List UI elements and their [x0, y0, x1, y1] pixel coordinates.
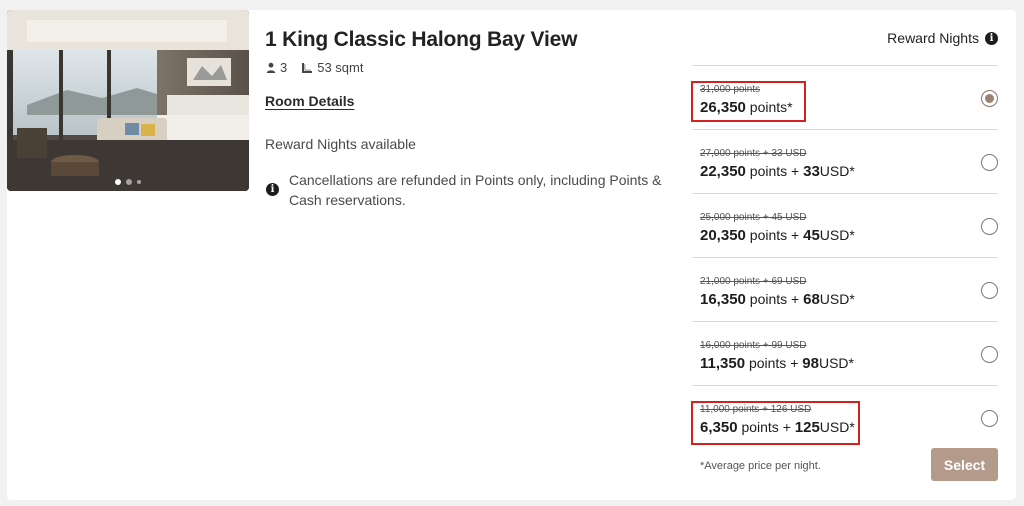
- guest-count: 3: [280, 60, 288, 75]
- carousel-dot[interactable]: [115, 179, 121, 185]
- original-price: 16,000 points + 99 USD: [700, 340, 807, 351]
- discounted-price: 11,350 points + 98USD*: [700, 353, 854, 374]
- plus-sign: +: [782, 419, 791, 435]
- room-details-link[interactable]: Room Details: [265, 93, 354, 109]
- points-unit: points: [749, 163, 788, 179]
- rate-text: 27,000 points + 33 USD 22,350 points + 3…: [700, 148, 855, 182]
- room-card: 1 King Classic Halong Bay View 3 53 sqmt…: [7, 10, 1016, 500]
- plus-sign: +: [791, 291, 800, 307]
- rate-option[interactable]: 31,000 points 26,350 points*: [692, 65, 998, 129]
- points-amount: 6,350: [700, 419, 738, 436]
- rate-radio[interactable]: [981, 90, 998, 107]
- rate-option[interactable]: 16,000 points + 99 USD 11,350 points + 9…: [692, 321, 998, 385]
- rate-option[interactable]: 27,000 points + 33 USD 22,350 points + 3…: [692, 129, 998, 193]
- cash-unit: USD*: [819, 419, 855, 435]
- select-button[interactable]: Select: [931, 448, 998, 481]
- rate-radio[interactable]: [981, 218, 998, 235]
- cash-amount: 68: [803, 291, 820, 308]
- cash-unit: USD*: [819, 227, 855, 243]
- points-amount: 11,350: [700, 355, 746, 372]
- cash-amount: 45: [803, 227, 820, 244]
- info-icon: i: [266, 183, 279, 196]
- rate-text: 25,000 points + 45 USD 20,350 points + 4…: [700, 212, 855, 246]
- reward-nights-available: Reward Nights available: [265, 136, 416, 152]
- rate-option[interactable]: 25,000 points + 45 USD 20,350 points + 4…: [692, 193, 998, 257]
- rate-radio[interactable]: [981, 282, 998, 299]
- original-price: 31,000 points: [700, 84, 761, 95]
- cash-unit: USD*: [819, 291, 855, 307]
- cancellation-text: Cancellations are refunded in Points onl…: [289, 172, 662, 208]
- cancellation-notice: i Cancellations are refunded in Points o…: [266, 170, 686, 210]
- discounted-price: 16,350 points + 68USD*: [700, 289, 855, 310]
- cash-amount: 98: [802, 355, 819, 372]
- rate-text: 11,000 points + 126 USD 6,350 points + 1…: [700, 404, 855, 438]
- rate-radio[interactable]: [981, 154, 998, 171]
- plus-sign: +: [790, 355, 799, 371]
- plus-sign: +: [791, 163, 800, 179]
- rate-option[interactable]: 21,000 points + 69 USD 16,350 points + 6…: [692, 257, 998, 321]
- plus-sign: +: [791, 227, 800, 243]
- original-price: 21,000 points + 69 USD: [700, 276, 807, 287]
- rate-text: 31,000 points 26,350 points*: [700, 84, 793, 118]
- photo-carousel-dots[interactable]: [7, 179, 249, 185]
- info-icon[interactable]: i: [985, 31, 998, 45]
- cash-amount: 125: [794, 419, 820, 436]
- points-unit: points: [741, 419, 779, 435]
- average-price-note: *Average price per night.: [700, 460, 821, 472]
- rate-radio[interactable]: [981, 346, 998, 363]
- reward-nights-label: Reward Nights: [887, 30, 979, 46]
- room-size: 53 sqmt: [317, 60, 364, 75]
- rate-text: 16,000 points + 99 USD 11,350 points + 9…: [700, 340, 854, 374]
- room-title: 1 King Classic Halong Bay View: [265, 28, 578, 51]
- points-unit: points: [748, 355, 787, 371]
- points-unit: points: [749, 227, 788, 243]
- points-unit: points: [749, 291, 788, 307]
- rate-radio[interactable]: [981, 410, 998, 427]
- points-unit: points*: [749, 99, 793, 115]
- carousel-dot[interactable]: [137, 180, 141, 184]
- carousel-dot[interactable]: [126, 179, 132, 185]
- guest-icon: [266, 62, 276, 74]
- points-amount: 26,350: [700, 99, 746, 116]
- points-amount: 20,350: [700, 227, 746, 244]
- room-photo-image: [7, 10, 249, 191]
- cash-amount: 33: [803, 163, 820, 180]
- discounted-price: 6,350 points + 125USD*: [700, 417, 855, 438]
- original-price: 25,000 points + 45 USD: [700, 212, 807, 223]
- ruler-icon: [301, 62, 313, 74]
- reward-nights-header: Reward Nights i: [887, 30, 998, 46]
- rate-options: 31,000 points 26,350 points* 27,000 poin…: [692, 65, 998, 449]
- original-price: 27,000 points + 33 USD: [700, 148, 807, 159]
- room-photo[interactable]: [7, 10, 249, 191]
- discounted-price: 20,350 points + 45USD*: [700, 225, 855, 246]
- discounted-price: 26,350 points*: [700, 97, 793, 118]
- rate-option[interactable]: 11,000 points + 126 USD 6,350 points + 1…: [692, 385, 998, 449]
- cash-unit: USD*: [818, 355, 854, 371]
- points-amount: 16,350: [700, 291, 746, 308]
- points-amount: 22,350: [700, 163, 746, 180]
- original-price: 11,000 points + 126 USD: [700, 404, 812, 415]
- rate-text: 21,000 points + 69 USD 16,350 points + 6…: [700, 276, 855, 310]
- room-meta: 3 53 sqmt: [266, 60, 363, 75]
- cash-unit: USD*: [819, 163, 855, 179]
- discounted-price: 22,350 points + 33USD*: [700, 161, 855, 182]
